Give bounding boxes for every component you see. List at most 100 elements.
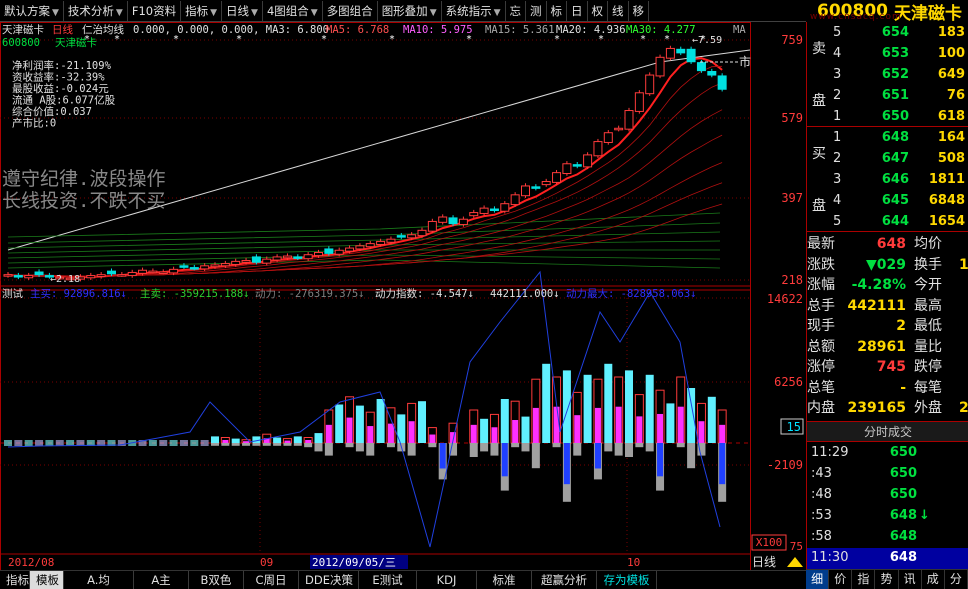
bottom-tab-3[interactable]: A主 (134, 571, 189, 589)
stock-name: 天津磁卡 (894, 3, 962, 24)
toolbar-item-label: 指标 (185, 3, 209, 18)
bottom-tab-1[interactable]: 模板 (30, 571, 64, 589)
toolbar-item-8[interactable]: 系统指示 ▼ (442, 0, 506, 21)
tick-price: 650 (889, 445, 917, 460)
toolbar-item-14[interactable]: 线 (608, 0, 629, 21)
volume: 618 (937, 109, 965, 124)
fundamental-line: 最股收益:-0.024元 (12, 82, 109, 95)
toolbar-item-13[interactable]: 权 (588, 0, 609, 21)
price: 650 (881, 109, 909, 124)
ind-bar-magenta (305, 439, 312, 443)
ind-bar-cyan (335, 404, 344, 443)
bottom-tab-5[interactable]: C周日 (244, 571, 299, 589)
quote-panel: 卖 盘 5 654 183 4 653 100 3 652 649 2 651 76 1 650 618 买… (806, 22, 968, 569)
ind-bar-cyan (273, 437, 282, 443)
chart-header-item: 天津磁卡 (2, 23, 44, 36)
date-label: 2012/09/05/三 (312, 556, 396, 569)
candle-up (220, 263, 230, 267)
quote-row: 涨幅 -4.28% 今开 (807, 275, 968, 295)
volume: 6848 (928, 193, 965, 208)
right-tab-0[interactable]: 细 (806, 570, 830, 589)
tick-time: :53 (811, 508, 832, 523)
quote-value: 648 (876, 236, 906, 252)
bids-row: 2 647 508 (831, 148, 968, 169)
right-tab-6[interactable]: 分 (945, 570, 968, 589)
toolbar-item-10[interactable]: 测 (526, 0, 547, 21)
ind-axis-label: -2109 (767, 458, 803, 472)
bottom-tab-4[interactable]: B双色 (189, 571, 244, 589)
toolbar-item-0[interactable]: 默认方案 ▼ (0, 0, 64, 21)
tick-row: :53 648 ↓ (807, 506, 968, 526)
chevron-down-icon: ▼ (210, 7, 218, 18)
asks-row: 2 651 76 (831, 85, 968, 106)
bottom-tab-9[interactable]: 标准 (477, 571, 532, 589)
ind-bar-gray (635, 443, 644, 448)
kline-chart[interactable]: 759 579 397 218 14622 6256 15 -2109 X100 75 天津磁卡 日线… (0, 22, 806, 578)
toolbar-item-2[interactable]: F10资料 (128, 0, 182, 21)
toolbar-item-4[interactable]: 日线 ▼ (222, 0, 263, 21)
bottom-tab-6[interactable]: DDE决策 (299, 571, 359, 589)
ind-bar-cyan (211, 436, 219, 443)
star-marker: * (321, 34, 327, 45)
toolbar-item-3[interactable]: 指标 ▼ (181, 0, 223, 21)
period-label: 日线 (752, 555, 776, 569)
toolbar-item-label: 默认方案 (4, 3, 50, 18)
ticks-title[interactable]: 分时成交 (807, 422, 968, 442)
price: 645 (881, 193, 909, 208)
toolbar-item-5[interactable]: 4图组合 ▼ (263, 0, 323, 21)
quote-label: 总额 (807, 338, 835, 355)
bids-row: 3 646 1811 (831, 169, 968, 190)
right-tab-4[interactable]: 讯 (899, 570, 922, 589)
bottom-tab-0[interactable]: 指标 (0, 571, 30, 589)
toolbar-item-12[interactable]: 日 (567, 0, 588, 21)
bottom-tabs: 指标 模板 A.均 A主 B双色 C周日 DDE决策 E测试 KDJ 标准 超赢分析 存为模板 (0, 570, 806, 589)
ind-axis-label: 15 (787, 420, 801, 434)
ind-bar-blue (719, 443, 726, 485)
ind-unit: X100 (756, 536, 783, 549)
toolbar-item-11[interactable]: 标 (547, 0, 568, 21)
quote-value: 239165 (847, 400, 906, 416)
price-axis-label: 759 (781, 33, 803, 47)
tick-price: 648 (889, 550, 917, 565)
bottom-tab-7[interactable]: E测试 (359, 571, 417, 589)
bottom-tab-2[interactable]: A.均 (64, 571, 134, 589)
candle-up (117, 274, 127, 277)
toolbar-item-1[interactable]: 技术分析 ▼ (64, 0, 128, 21)
tick-time: :48 (811, 487, 832, 502)
right-tab-1[interactable]: 价 (829, 570, 853, 589)
toolbar-item-9[interactable]: 忘 (506, 0, 527, 21)
ind-bar-gray (262, 443, 271, 446)
tick-time: :43 (811, 466, 832, 481)
right-tab-5[interactable]: 成 (922, 570, 945, 589)
candle-down (251, 256, 261, 263)
toolbar-item-15[interactable]: 移 (629, 0, 650, 21)
ind-bar-gray (221, 443, 230, 446)
quote-label: 涨停 (807, 359, 835, 375)
candle-up (665, 47, 675, 59)
toolbar-item-6[interactable]: 多图组合 (323, 0, 378, 21)
tick-price: 648 (889, 508, 917, 523)
ind-bar-gray (490, 443, 499, 456)
quote-row: 现手 2 最低 (807, 316, 968, 336)
candle-down (676, 48, 686, 54)
ind-bar-gray (366, 443, 375, 456)
price: 654 (881, 25, 909, 40)
bottom-tab-10[interactable]: 超赢分析 (532, 571, 597, 589)
trading-app: 默认方案 ▼ 技术分析 ▼ F10资料 指标 ▼ 日线 ▼ 4图组合 ▼ 多图组合 图形叠加 ▼ 系统指示 ▼… (0, 0, 968, 589)
toolbar-item-label: 4图组合 (266, 3, 309, 18)
ind-bar-gray (273, 443, 282, 446)
right-tab-3[interactable]: 势 (875, 570, 899, 589)
toolbar-item-label: 标 (550, 3, 563, 18)
quote-label-2: 每笔 (914, 379, 942, 396)
ind-bar-cyan (500, 399, 509, 443)
asks-row: 4 653 100 (831, 43, 968, 64)
right-tab-2[interactable]: 指 (852, 570, 876, 589)
candle-up (583, 154, 593, 168)
ind-bar-gray (407, 443, 416, 456)
chevron-down-icon: ▼ (310, 7, 318, 18)
bottom-tab-8[interactable]: KDJ (417, 571, 477, 589)
ma-line-green (7, 259, 721, 269)
bid-side-label: 买 盘 (807, 127, 831, 231)
toolbar-item-7[interactable]: 图形叠加 ▼ (378, 0, 442, 21)
bottom-tab-11[interactable]: 存为模板 (597, 571, 657, 589)
